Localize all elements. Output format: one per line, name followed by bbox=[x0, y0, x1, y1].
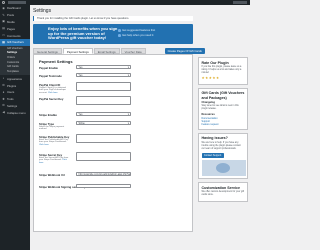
menu-pages[interactable]: ▤ Pages bbox=[0, 25, 30, 32]
right-sidebar: Rate Our Plugin If you like this plugin,… bbox=[198, 57, 248, 205]
plugin-icon: ⚙ bbox=[2, 83, 5, 88]
menu-appearance[interactable]: ◐ Appearance bbox=[0, 75, 30, 82]
paypal-testmode-select[interactable]: Yes ▾ bbox=[76, 73, 131, 78]
gift-vouchers-submenu: Gift Vouchers Settings Orders Customize … bbox=[0, 45, 30, 76]
paypal-secret-textarea[interactable] bbox=[76, 96, 131, 106]
settings-icon: ⚙ bbox=[2, 103, 5, 108]
collapse-icon: ◀ bbox=[2, 110, 5, 115]
menu-gift-vouchers[interactable]: ▦ Gift Vouchers bbox=[0, 38, 30, 46]
menu-users[interactable]: ● Users bbox=[0, 89, 30, 96]
settings-tabs: General Settings Payment Settings Email … bbox=[33, 47, 205, 54]
stripe-webhook-secret-input[interactable] bbox=[76, 184, 131, 189]
menu-collapse[interactable]: ◀ Collapse menu bbox=[0, 109, 30, 116]
paypal-enable-select[interactable]: Yes ▾ bbox=[76, 65, 131, 70]
promo-bullet: Get suggested features first bbox=[118, 29, 190, 32]
menu-tools[interactable]: ✚ Tools bbox=[0, 96, 30, 103]
menu-posts[interactable]: ✎ Posts bbox=[0, 12, 30, 19]
section-title: Payment Settings bbox=[39, 59, 73, 64]
payment-settings-panel: Payment Settings Paypal Enable Yes ▾ Payp… bbox=[33, 54, 193, 232]
gift-icon: ▦ bbox=[2, 39, 5, 44]
tab-payment-settings[interactable]: Payment Settings bbox=[62, 47, 93, 54]
support-illustration bbox=[201, 159, 246, 176]
contact-support-button[interactable]: Contact Support bbox=[201, 153, 224, 158]
admin-bar-site-name[interactable] bbox=[8, 1, 26, 4]
admin-bar-account[interactable] bbox=[233, 1, 247, 4]
stripe-enable-select[interactable]: Yes ▾ bbox=[76, 112, 131, 117]
menu-plugins[interactable]: ⚙ Plugins bbox=[0, 82, 30, 89]
tab-email-settings[interactable]: Email Settings bbox=[93, 47, 120, 54]
page-icon: ▤ bbox=[2, 26, 5, 31]
stripe-secret-key-textarea[interactable] bbox=[76, 152, 131, 162]
issues-card: Having issues? We are here to help. If y… bbox=[198, 132, 248, 180]
admin-bar bbox=[0, 0, 250, 5]
premium-promo-banner: Enjoy lots of benefits when you sign up … bbox=[33, 24, 193, 44]
chevron-down-icon: ▾ bbox=[127, 74, 129, 78]
menu-comments[interactable]: ▭ Comments bbox=[0, 32, 30, 39]
stripe-publishable-key-textarea[interactable] bbox=[76, 134, 131, 144]
admin-notice: Thank you for installing the Gift Cards … bbox=[33, 16, 193, 21]
appearance-icon: ◐ bbox=[2, 76, 5, 81]
promo-bullet: Get help when you need it bbox=[118, 34, 190, 37]
submenu-templates[interactable]: Templates bbox=[0, 70, 30, 75]
tab-voucher-data[interactable]: Voucher Data bbox=[120, 47, 146, 54]
tab-general-settings[interactable]: General Settings bbox=[33, 47, 62, 54]
pin-icon: ✎ bbox=[2, 12, 5, 17]
user-icon: ● bbox=[2, 89, 5, 94]
promo-headline: Enjoy lots of benefits when you sign up … bbox=[48, 26, 118, 41]
tool-icon: ✚ bbox=[2, 96, 5, 101]
menu-media[interactable]: ▣ Media bbox=[0, 19, 30, 26]
help-link[interactable]: Click here bbox=[39, 144, 49, 146]
dashboard-icon: ◉ bbox=[2, 5, 5, 10]
customization-card: Customization Service We offer custom de… bbox=[198, 182, 248, 203]
comment-icon: ▭ bbox=[2, 33, 5, 38]
create-pages-button[interactable]: Create Pages Of Gift Cards bbox=[164, 47, 205, 54]
main-content: Settings Thank you for installing the Gi… bbox=[33, 8, 205, 232]
plugin-info-title: Gift Cards (Gift Vouchers and Packages) bbox=[201, 91, 245, 100]
resource-link-feature-request[interactable]: Feature request bbox=[202, 123, 245, 126]
menu-dashboard[interactable]: ◉ Dashboard bbox=[0, 5, 30, 12]
star-rating[interactable]: ★★★★★ bbox=[202, 76, 245, 80]
page-title: Settings bbox=[33, 8, 52, 14]
help-link[interactable]: Click here bbox=[48, 92, 58, 94]
chevron-down-icon: ▾ bbox=[127, 122, 129, 126]
admin-sidebar: ◉ Dashboard ✎ Posts ▣ Media ▤ Pages ▭ Comment… bbox=[0, 5, 30, 250]
wordpress-logo-icon[interactable] bbox=[2, 1, 5, 4]
check-icon bbox=[118, 29, 121, 32]
customization-title: Customization Service bbox=[201, 185, 241, 190]
chevron-down-icon: ▾ bbox=[127, 66, 129, 70]
check-icon bbox=[118, 34, 121, 37]
paypal-client-id-textarea[interactable] bbox=[76, 82, 131, 92]
issues-title: Having issues? bbox=[201, 136, 228, 141]
rate-title: Rate Our Plugin bbox=[201, 60, 229, 65]
menu-settings[interactable]: ⚙ Settings bbox=[0, 103, 30, 110]
chevron-down-icon: ▾ bbox=[127, 113, 129, 117]
media-icon: ▣ bbox=[2, 19, 5, 24]
stripe-webhook-url-input[interactable]: http://example.com/wp-admin/admin-ajax.p… bbox=[76, 172, 131, 177]
stripe-type-select[interactable]: Stripe ▾ bbox=[76, 121, 131, 126]
plugin-info-card: Gift Cards (Gift Vouchers and Packages) … bbox=[198, 87, 248, 130]
rate-plugin-card: Rate Our Plugin If you like this plugin,… bbox=[198, 57, 248, 85]
